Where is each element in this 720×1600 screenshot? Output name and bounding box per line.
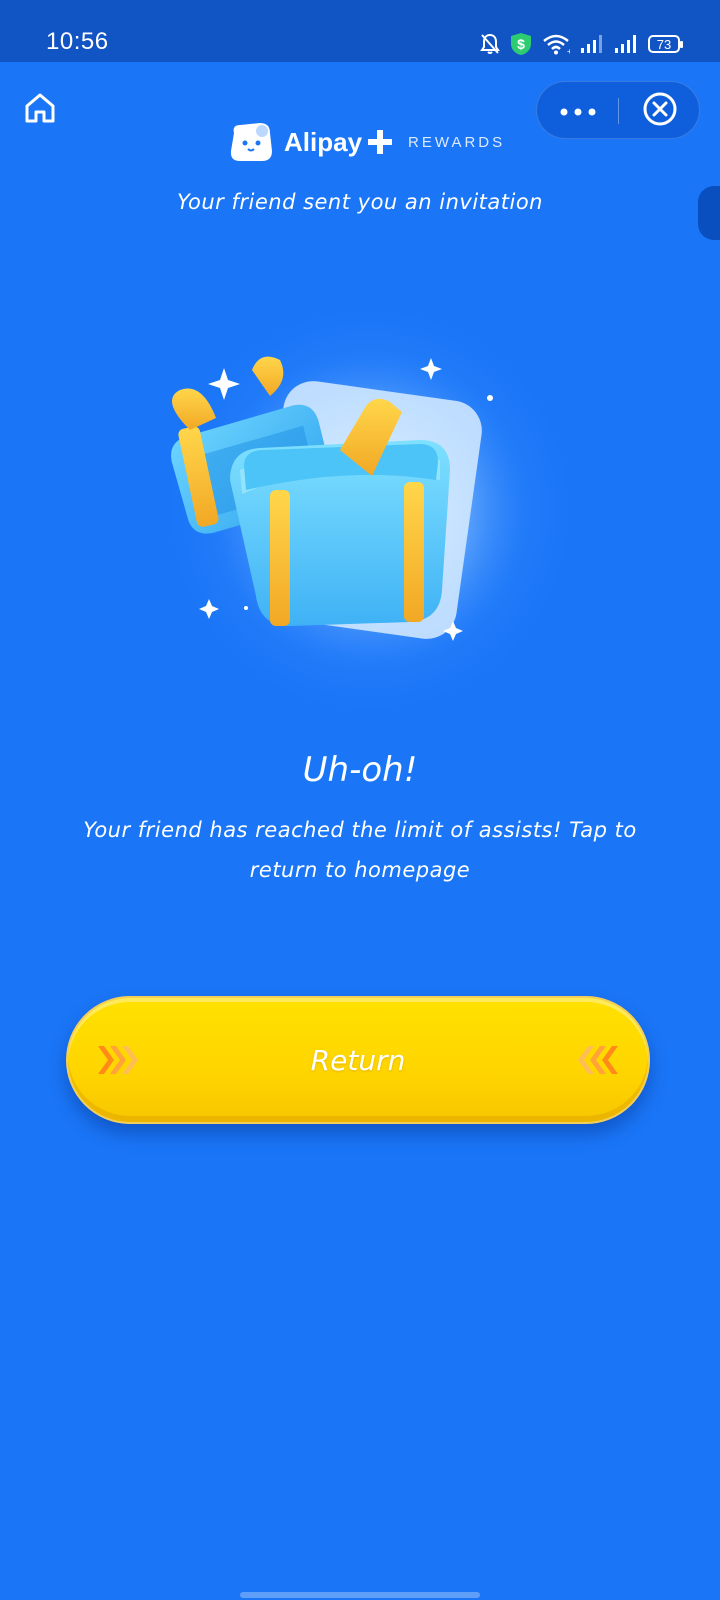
brand-name: Alipay <box>284 126 363 157</box>
invite-text: Your friend sent you an invitation <box>176 190 543 214</box>
status-time: 10:56 <box>46 28 109 55</box>
gift-box-illustration <box>120 290 600 730</box>
svg-text:$: $ <box>517 36 525 52</box>
wifi-icon: + <box>542 33 570 55</box>
result-title: Uh-oh! <box>302 750 418 790</box>
chevron-left-icon <box>576 1044 620 1080</box>
bell-off-icon <box>480 33 500 55</box>
battery-icon: 73 <box>648 35 683 53</box>
close-circle-icon <box>642 91 678 131</box>
side-tab[interactable] <box>698 186 720 240</box>
home-indicator[interactable] <box>240 1592 480 1598</box>
home-button[interactable] <box>20 90 60 130</box>
return-label: Return <box>310 1043 406 1077</box>
mascot-icon <box>226 119 276 165</box>
status-bar: 10:56 $ + 73 <box>0 0 720 62</box>
return-button[interactable]: Return <box>66 996 650 1124</box>
status-icons: $ + 73 <box>480 30 683 58</box>
signal-icon <box>580 34 604 54</box>
shield-dollar-icon: $ <box>510 32 532 56</box>
close-button[interactable] <box>619 82 701 140</box>
more-icon <box>559 102 597 121</box>
brand-logo: Alipay REWARDS <box>226 118 505 166</box>
signal-icon <box>614 34 638 54</box>
result-message: Your friend has reached the limit of ass… <box>83 818 637 882</box>
plus-icon <box>366 128 394 156</box>
brand-rewards: REWARDS <box>408 133 506 151</box>
mini-program-capsule <box>536 81 700 139</box>
home-icon <box>22 90 58 130</box>
more-button[interactable] <box>537 82 619 140</box>
svg-text:+: + <box>567 47 570 55</box>
